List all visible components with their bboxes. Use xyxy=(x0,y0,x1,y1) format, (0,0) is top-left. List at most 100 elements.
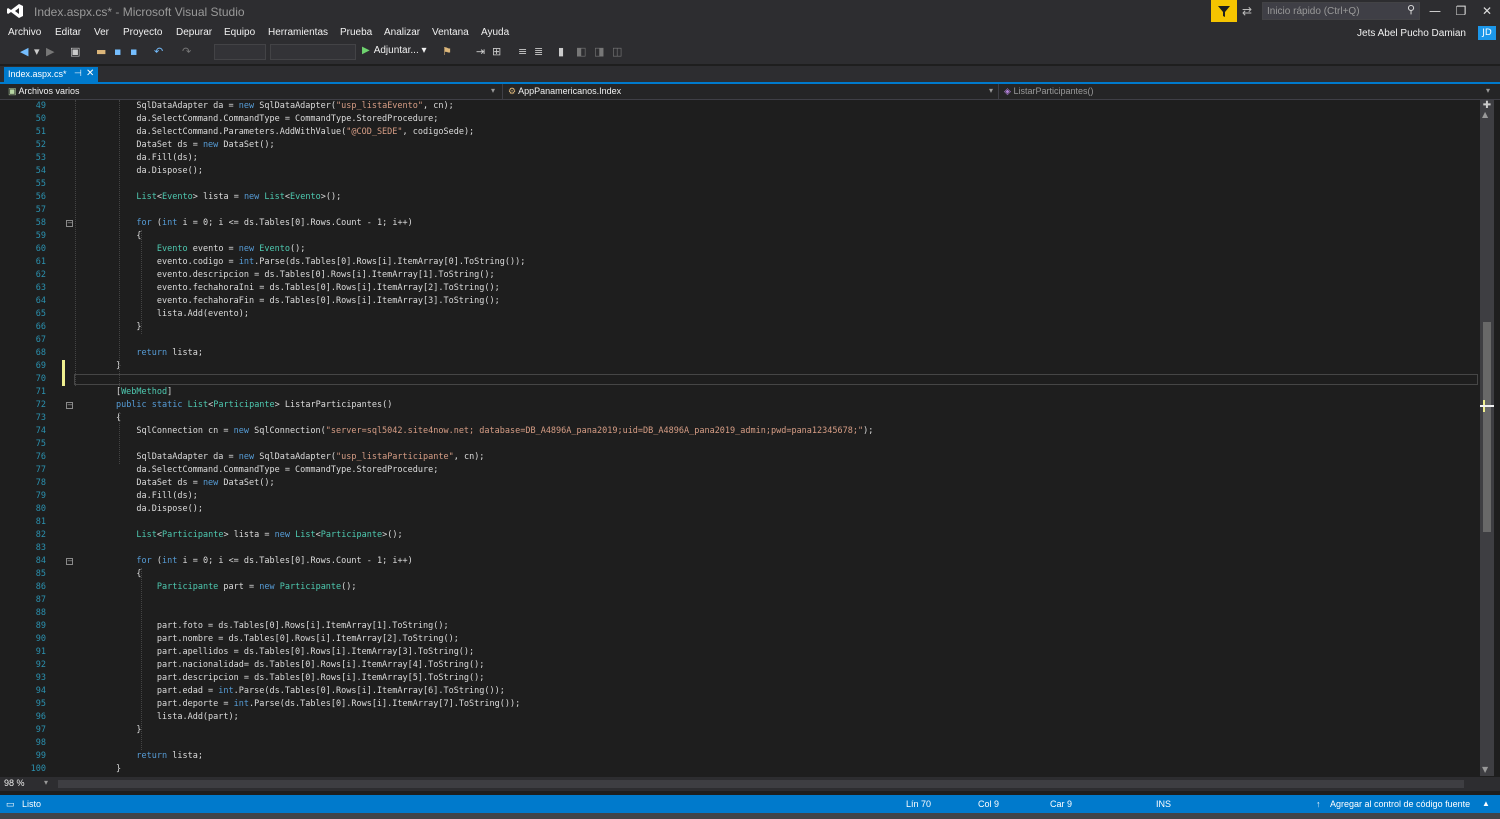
code-line[interactable]: 92 part.nacionalidad= ds.Tables[0].Rows[… xyxy=(0,659,1480,672)
restore-button[interactable]: ❐ xyxy=(1448,0,1474,22)
code-line[interactable]: 94 part.edad = int.Parse(ds.Tables[0].Ro… xyxy=(0,685,1480,698)
save-icon[interactable]: ▪ xyxy=(114,45,121,58)
code-line[interactable]: 67 xyxy=(0,334,1480,347)
solution-platform-dropdown[interactable] xyxy=(270,44,356,60)
code-line[interactable]: 99 return lista; xyxy=(0,750,1480,763)
code-text[interactable]: da.Fill(ds); xyxy=(75,490,197,503)
code-line[interactable]: 70 xyxy=(0,373,1480,386)
chevron-down-icon[interactable]: ▾ xyxy=(491,86,495,95)
menu-equipo[interactable]: Equipo xyxy=(224,27,255,38)
code-line[interactable]: 75 xyxy=(0,438,1480,451)
code-line[interactable]: 93 part.descripcion = ds.Tables[0].Rows[… xyxy=(0,672,1480,685)
split-window-icon[interactable]: ✚ xyxy=(1481,100,1493,112)
code-line[interactable]: 73 { xyxy=(0,412,1480,425)
code-line[interactable]: 57 xyxy=(0,204,1480,217)
clear-bookmarks-icon[interactable]: ◫ xyxy=(612,45,622,58)
step-icon[interactable]: ⇥ xyxy=(476,45,485,58)
hot-reload-icon[interactable]: ⚑ xyxy=(442,45,452,58)
code-line[interactable]: 62 evento.descripcion = ds.Tables[0].Row… xyxy=(0,269,1480,282)
code-text[interactable]: part.nombre = ds.Tables[0].Rows[i].ItemA… xyxy=(75,633,459,646)
code-editor[interactable]: 49 SqlDataAdapter da = new SqlDataAdapte… xyxy=(0,100,1480,776)
chevron-up-icon[interactable]: ▲ xyxy=(1482,799,1490,808)
code-line[interactable]: 82 List<Participante> lista = new List<P… xyxy=(0,529,1480,542)
code-line[interactable]: 90 part.nombre = ds.Tables[0].Rows[i].It… xyxy=(0,633,1480,646)
dropdown-arrow-icon[interactable]: ▾ xyxy=(34,45,40,58)
code-text[interactable]: public static List<Participante> ListarP… xyxy=(75,399,392,412)
chevron-down-icon[interactable]: ▾ xyxy=(989,86,993,95)
code-text[interactable]: } xyxy=(75,724,141,737)
code-text[interactable]: da.SelectCommand.CommandType = CommandTy… xyxy=(75,464,438,477)
attach-button[interactable]: ▶ Adjuntar... ▾ xyxy=(362,45,427,56)
code-text[interactable]: SqlConnection cn = new SqlConnection("se… xyxy=(75,425,873,438)
breakpoints-icon[interactable]: ⊞ xyxy=(492,45,501,58)
code-line[interactable]: 81 xyxy=(0,516,1480,529)
quick-launch-input[interactable] xyxy=(1267,3,1397,19)
code-text[interactable]: return lista; xyxy=(75,750,203,763)
code-line[interactable]: 85 { xyxy=(0,568,1480,581)
prev-bookmark-icon[interactable]: ◧ xyxy=(576,45,586,58)
code-line[interactable]: 79 da.Fill(ds); xyxy=(0,490,1480,503)
code-text[interactable]: lista.Add(part); xyxy=(75,711,239,724)
menu-proyecto[interactable]: Proyecto xyxy=(123,27,162,38)
code-line[interactable]: 52 DataSet ds = new DataSet(); xyxy=(0,139,1480,152)
code-line[interactable]: 77 da.SelectCommand.CommandType = Comman… xyxy=(0,464,1480,477)
code-line[interactable]: 60 Evento evento = new Evento(); xyxy=(0,243,1480,256)
code-text[interactable]: } xyxy=(75,321,141,334)
code-line[interactable]: 74 SqlConnection cn = new SqlConnection(… xyxy=(0,425,1480,438)
close-tab-icon[interactable]: ✕ xyxy=(86,68,94,79)
code-line[interactable]: 80 da.Dispose(); xyxy=(0,503,1480,516)
pin-icon[interactable]: ⊣ xyxy=(74,68,82,79)
code-line[interactable]: 65 lista.Add(evento); xyxy=(0,308,1480,321)
code-line[interactable]: 54 da.Dispose(); xyxy=(0,165,1480,178)
code-line[interactable]: 100 } xyxy=(0,763,1480,776)
avatar[interactable]: JD xyxy=(1478,26,1496,40)
code-text[interactable]: da.Dispose(); xyxy=(75,503,203,516)
code-text[interactable]: Participante part = new Participante(); xyxy=(75,581,357,594)
notification-filter-icon[interactable] xyxy=(1211,0,1237,22)
code-line[interactable]: 49 SqlDataAdapter da = new SqlDataAdapte… xyxy=(0,100,1480,113)
code-text[interactable]: part.foto = ds.Tables[0].Rows[i].ItemArr… xyxy=(75,620,449,633)
code-line[interactable]: 68 return lista; xyxy=(0,347,1480,360)
horizontal-scrollbar[interactable] xyxy=(58,780,1464,788)
menu-ventana[interactable]: Ventana xyxy=(432,27,469,38)
uncomment-icon[interactable]: ≣ xyxy=(534,45,543,58)
code-line[interactable]: 86 Participante part = new Participante(… xyxy=(0,581,1480,594)
forward-icon[interactable]: ▶ xyxy=(46,45,54,58)
code-line[interactable]: 53 da.Fill(ds); xyxy=(0,152,1480,165)
code-line[interactable]: 83 xyxy=(0,542,1480,555)
code-text[interactable]: List<Participante> lista = new List<Part… xyxy=(75,529,402,542)
new-project-icon[interactable]: ▣ xyxy=(70,45,80,58)
code-text[interactable]: da.SelectCommand.Parameters.AddWithValue… xyxy=(75,126,474,139)
code-line[interactable]: 55 xyxy=(0,178,1480,191)
code-text[interactable]: { xyxy=(75,230,141,243)
code-line[interactable]: 87 xyxy=(0,594,1480,607)
menu-editar[interactable]: Editar xyxy=(55,27,81,38)
code-text[interactable]: SqlDataAdapter da = new SqlDataAdapter("… xyxy=(75,451,484,464)
solution-configuration-dropdown[interactable] xyxy=(214,44,266,60)
chevron-down-icon[interactable]: ▾ xyxy=(44,778,48,787)
redo-icon[interactable]: ↷ xyxy=(182,45,191,58)
code-text[interactable]: } xyxy=(75,763,121,776)
chevron-down-icon[interactable]: ▾ xyxy=(1486,86,1490,95)
minimize-button[interactable]: — xyxy=(1422,0,1448,22)
code-line[interactable]: 97 } xyxy=(0,724,1480,737)
code-line[interactable]: 64 evento.fechahoraFin = ds.Tables[0].Ro… xyxy=(0,295,1480,308)
bookmark-icon[interactable]: ▮ xyxy=(558,45,564,58)
code-line[interactable]: 89 part.foto = ds.Tables[0].Rows[i].Item… xyxy=(0,620,1480,633)
code-line[interactable]: 91 part.apellidos = ds.Tables[0].Rows[i]… xyxy=(0,646,1480,659)
quick-launch-box[interactable]: ⚲ xyxy=(1262,2,1420,20)
menu-ayuda[interactable]: Ayuda xyxy=(481,27,509,38)
code-text[interactable]: return lista; xyxy=(75,347,203,360)
project-scope-dropdown[interactable]: ▣ Archivos varios xyxy=(8,86,80,97)
collapse-icon[interactable]: − xyxy=(66,558,73,565)
code-line[interactable]: 72 − public static List<Participante> Lis… xyxy=(0,399,1480,412)
code-text[interactable]: lista.Add(evento); xyxy=(75,308,249,321)
code-line[interactable]: 59 { xyxy=(0,230,1480,243)
menu-ver[interactable]: Ver xyxy=(94,27,109,38)
code-line[interactable]: 63 evento.fechahoraIni = ds.Tables[0].Ro… xyxy=(0,282,1480,295)
comment-icon[interactable]: ≡ xyxy=(518,45,527,58)
code-text[interactable]: evento.descripcion = ds.Tables[0].Rows[i… xyxy=(75,269,495,282)
open-folder-icon[interactable]: ▬ xyxy=(96,45,106,58)
collapse-icon[interactable]: − xyxy=(66,220,73,227)
code-text[interactable]: da.SelectCommand.CommandType = CommandTy… xyxy=(75,113,438,126)
